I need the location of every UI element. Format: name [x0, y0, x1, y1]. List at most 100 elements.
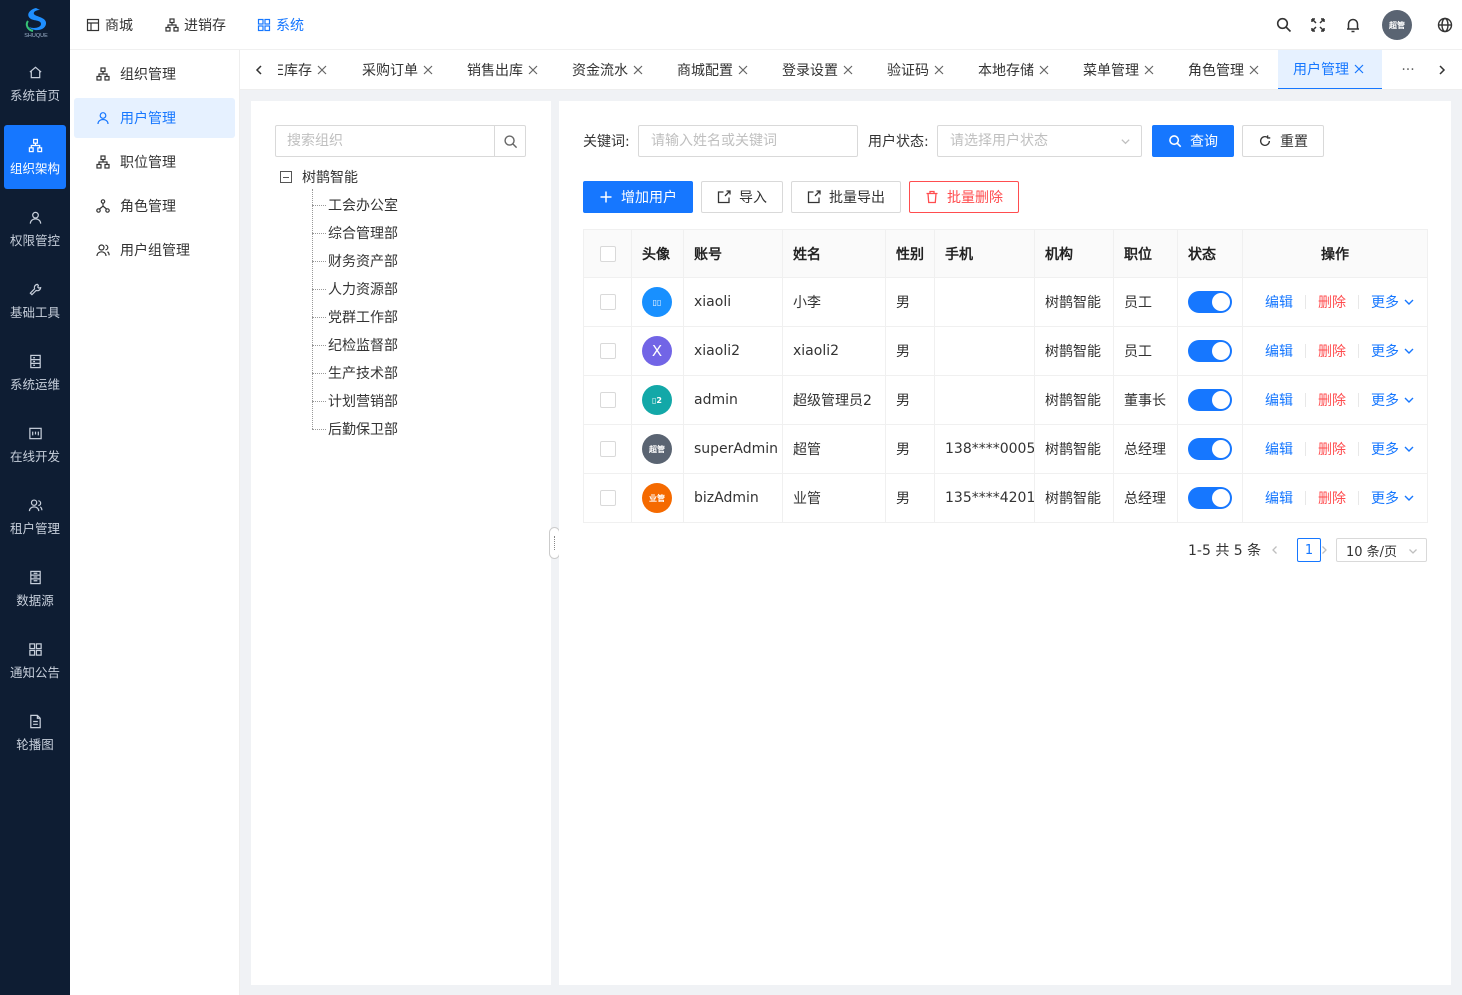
row-checkbox[interactable]: [599, 490, 616, 506]
org-search-input[interactable]: [276, 126, 494, 156]
batch-export-button[interactable]: 批量导出: [791, 181, 901, 213]
delete-link[interactable]: 删除: [1318, 292, 1346, 312]
chevron-right-icon[interactable]: [1319, 545, 1329, 555]
edit-link[interactable]: 编辑: [1265, 390, 1293, 410]
status-switch[interactable]: [1188, 291, 1232, 313]
close-icon[interactable]: [317, 65, 327, 75]
more-dropdown[interactable]: 更多: [1371, 341, 1415, 361]
close-icon[interactable]: [738, 65, 748, 75]
close-icon[interactable]: [633, 65, 643, 75]
submenu-item-position[interactable]: 职位管理: [74, 142, 235, 182]
submenu-item-role[interactable]: 角色管理: [74, 186, 235, 226]
page-size-select[interactable]: 10 条/页: [1336, 538, 1427, 562]
import-button[interactable]: 导入: [701, 181, 783, 213]
status-select[interactable]: [937, 125, 1142, 157]
status-switch[interactable]: [1188, 487, 1232, 509]
add-user-button[interactable]: 增加用户: [583, 181, 693, 213]
close-icon[interactable]: [843, 65, 853, 75]
submenu-item-user[interactable]: 用户管理: [74, 98, 235, 138]
submenu-item-org[interactable]: 组织管理: [74, 54, 235, 94]
edit-link[interactable]: 编辑: [1265, 292, 1293, 312]
edit-link[interactable]: 编辑: [1265, 341, 1293, 361]
tree-node[interactable]: 工会办公室: [312, 193, 398, 217]
close-icon[interactable]: [1039, 65, 1049, 75]
rail-item-notice[interactable]: 通知公告: [4, 629, 66, 693]
tree-node[interactable]: 人力资源部: [312, 277, 398, 301]
tab-item[interactable]: 菜单管理: [1083, 50, 1154, 89]
close-icon[interactable]: [1249, 65, 1259, 75]
status-switch[interactable]: [1188, 340, 1232, 362]
status-switch[interactable]: [1188, 438, 1232, 460]
close-icon[interactable]: [423, 65, 433, 75]
tree-node[interactable]: 综合管理部: [312, 221, 398, 245]
tree-node[interactable]: 纪检监督部: [312, 333, 398, 357]
tab-scroll-right[interactable]: [1431, 50, 1453, 89]
edit-link[interactable]: 编辑: [1265, 439, 1293, 459]
rail-item-home[interactable]: 系统首页: [4, 52, 66, 116]
row-checkbox[interactable]: [599, 392, 616, 408]
rail-item-tools[interactable]: 基础工具: [4, 269, 66, 333]
more-dropdown[interactable]: 更多: [1371, 439, 1415, 459]
close-icon[interactable]: [934, 65, 944, 75]
more-dropdown[interactable]: 更多: [1371, 488, 1415, 508]
tab-item[interactable]: 角色管理: [1188, 50, 1259, 89]
edit-link[interactable]: 编辑: [1265, 488, 1293, 508]
close-icon[interactable]: [528, 65, 538, 75]
status-switch[interactable]: [1188, 389, 1232, 411]
tab-item[interactable]: 验证码: [887, 50, 944, 89]
query-button[interactable]: 查询: [1152, 125, 1234, 157]
tree-node[interactable]: 生产技术部: [312, 361, 398, 385]
pagination-current-page[interactable]: 1: [1297, 538, 1321, 562]
delete-link[interactable]: 删除: [1318, 390, 1346, 410]
tab-scroll-left[interactable]: [248, 50, 270, 89]
tab-item[interactable]: 资金流水: [572, 50, 643, 89]
rail-item-dev[interactable]: 在线开发: [4, 413, 66, 477]
row-checkbox[interactable]: [599, 294, 616, 310]
tab-item[interactable]: 登录设置: [782, 50, 853, 89]
user-avatar[interactable]: 超管: [1382, 10, 1412, 40]
bell-icon[interactable]: [1344, 16, 1362, 34]
tab-item-active[interactable]: 用户管理: [1278, 50, 1382, 89]
status-select-input[interactable]: [938, 126, 1141, 156]
rail-item-org[interactable]: 组织架构: [4, 125, 66, 189]
row-checkbox[interactable]: [599, 343, 616, 359]
close-icon[interactable]: [1144, 65, 1154, 75]
reset-button[interactable]: 重置: [1242, 125, 1324, 157]
more-dropdown[interactable]: 更多: [1371, 292, 1415, 312]
row-checkbox[interactable]: [599, 441, 616, 457]
delete-link[interactable]: 删除: [1318, 439, 1346, 459]
search-icon[interactable]: [1275, 16, 1293, 34]
fullscreen-icon[interactable]: [1309, 16, 1327, 34]
tab-more-button[interactable]: ···: [1393, 50, 1423, 89]
rail-item-permission[interactable]: 权限管控: [4, 197, 66, 261]
rail-item-ops[interactable]: 系统运维: [4, 341, 66, 405]
top-nav-system[interactable]: 系统: [257, 0, 304, 50]
tab-item[interactable]: 销售出库: [467, 50, 538, 89]
top-nav-shop[interactable]: 商城: [86, 0, 133, 50]
rail-item-datasource[interactable]: 数据源: [4, 557, 66, 621]
brand-logo[interactable]: SHUQUE: [19, 6, 53, 42]
close-icon[interactable]: [1354, 64, 1364, 74]
tree-node[interactable]: 后勤保卫部: [312, 417, 398, 441]
batch-delete-button[interactable]: 批量删除: [909, 181, 1019, 213]
top-nav-inventory[interactable]: 进销存: [165, 0, 226, 50]
tree-node[interactable]: 计划营销部: [312, 389, 398, 413]
delete-link[interactable]: 删除: [1318, 488, 1346, 508]
tab-item[interactable]: 商城配置: [677, 50, 748, 89]
tab-item[interactable]: 采购订单: [362, 50, 433, 89]
org-search-button[interactable]: [494, 126, 525, 156]
chevron-left-icon[interactable]: [1270, 545, 1280, 555]
collapse-icon[interactable]: [280, 171, 292, 183]
select-all-checkbox[interactable]: [599, 245, 616, 262]
tab-item[interactable]: E库存: [278, 50, 327, 89]
tab-item[interactable]: 本地存储: [978, 50, 1049, 89]
tree-root-node[interactable]: 树鹊智能: [280, 165, 358, 189]
tree-node[interactable]: 党群工作部: [312, 305, 398, 329]
rail-item-tenant[interactable]: 租户管理: [4, 485, 66, 549]
delete-link[interactable]: 删除: [1318, 341, 1346, 361]
more-dropdown[interactable]: 更多: [1371, 390, 1415, 410]
rail-item-carousel[interactable]: 轮播图: [4, 701, 66, 765]
globe-icon[interactable]: [1436, 16, 1454, 34]
keyword-input[interactable]: [639, 126, 857, 156]
tree-node[interactable]: 财务资产部: [312, 249, 398, 273]
